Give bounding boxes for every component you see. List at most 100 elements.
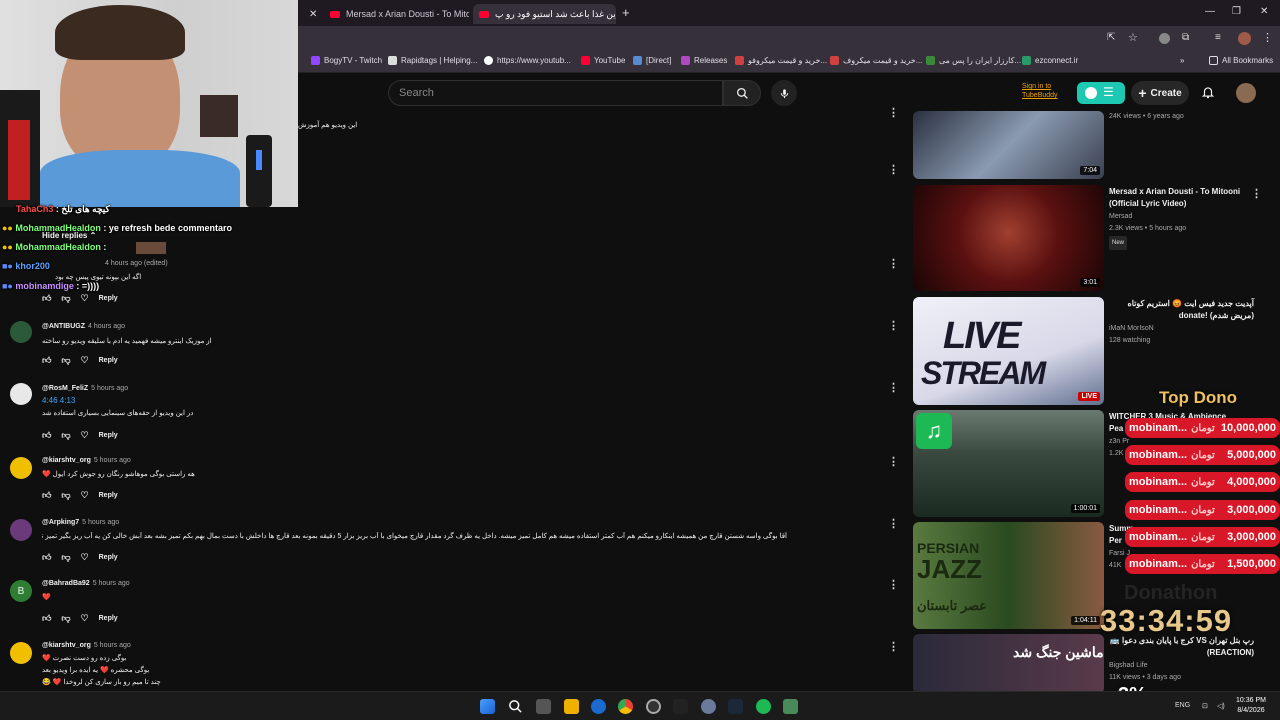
video-thumbnail[interactable]: ♫ 1:00:01 (913, 410, 1104, 517)
video-title[interactable]: آپدیت جدید فیس ایت 😡 استریم کوتاه (مریض … (1109, 298, 1254, 322)
reply-button[interactable]: Reply (99, 432, 118, 439)
video-thumbnail[interactable]: 7:04 (913, 111, 1104, 179)
heart-icon[interactable]: ♡ (81, 613, 89, 624)
bookmark-item[interactable]: BogyTV - Twitch (311, 56, 382, 65)
settings-icon[interactable] (701, 699, 716, 714)
minimize-button[interactable]: — (1205, 6, 1215, 17)
channel-name[interactable]: iMaN MorIsoN (1109, 323, 1154, 335)
related-video[interactable]: ماشین جنگ شد رپ بتل تهران VS کرج با پایا… (913, 634, 1273, 691)
heart-icon[interactable]: ♡ (81, 355, 89, 366)
reply-button[interactable]: Reply (99, 357, 118, 364)
comment-author[interactable]: @kiarshtv_org 5 hours ago (42, 457, 131, 464)
puzzle-icon[interactable]: ⧉ (1182, 32, 1189, 43)
app-icon[interactable] (673, 699, 688, 714)
video-menu-icon[interactable]: ⋮ (1251, 187, 1262, 200)
volume-icon[interactable]: ◁) (1217, 702, 1225, 710)
bookmark-item[interactable]: کارزار ایران را پس می... (926, 56, 1021, 65)
avatar[interactable]: B (10, 580, 32, 602)
thumbs-down-icon[interactable]: 👎︎ (61, 552, 70, 563)
heart-icon[interactable]: ♡ (81, 490, 89, 501)
avatar[interactable] (10, 383, 32, 405)
bookmarks-overflow[interactable]: » (1180, 56, 1184, 65)
comment-menu-icon[interactable]: ⋮ (888, 106, 899, 119)
all-bookmarks[interactable]: All Bookmarks (1209, 56, 1273, 65)
star-icon[interactable]: ☆ (1128, 31, 1138, 44)
thumbs-up-icon[interactable]: 👍︎ (42, 613, 51, 624)
comment-menu-icon[interactable]: ⋮ (888, 257, 899, 270)
video-thumbnail[interactable]: 3:01 (913, 185, 1104, 291)
reply-button[interactable]: Reply (99, 295, 118, 302)
thumbs-down-icon[interactable]: 👎︎ (61, 613, 70, 624)
comment-menu-icon[interactable]: ⋮ (888, 517, 899, 530)
file-explorer-icon[interactable] (564, 699, 579, 714)
tab-close-partial[interactable]: ✕ (303, 4, 323, 24)
comment-menu-icon[interactable]: ⋮ (888, 578, 899, 591)
thumbs-down-icon[interactable]: 👎︎ (61, 293, 70, 304)
bookmark-item[interactable]: YouTube (581, 56, 625, 65)
tubebuddy-button[interactable]: ☰ (1077, 82, 1125, 104)
comment-menu-icon[interactable]: ⋮ (888, 640, 899, 653)
thumbs-down-icon[interactable]: 👎︎ (61, 430, 70, 441)
menu-icon[interactable]: ⋮ (1262, 31, 1273, 44)
comment-menu-icon[interactable]: ⋮ (888, 163, 899, 176)
system-clock[interactable]: 10:36 PM 8/4/2026 (1236, 696, 1266, 716)
heart-icon[interactable]: ♡ (81, 552, 89, 563)
create-button[interactable]: + Create (1131, 81, 1189, 105)
thumbs-up-icon[interactable]: 👍︎ (42, 552, 51, 563)
search-box[interactable] (388, 80, 723, 106)
obs-icon[interactable] (646, 699, 661, 714)
install-icon[interactable]: ⇱ (1107, 32, 1115, 43)
related-video[interactable]: 3:01 Mersad x Arian Dousti - To Mitooni … (913, 185, 1273, 291)
avatar[interactable] (10, 642, 32, 664)
thumbs-up-icon[interactable]: 👍︎ (42, 490, 51, 501)
task-view-icon[interactable] (536, 699, 551, 714)
search-input[interactable] (389, 81, 722, 105)
notifications-button[interactable] (1201, 84, 1215, 105)
avatar[interactable] (10, 457, 32, 479)
heart-icon[interactable]: ♡ (81, 293, 89, 304)
user-avatar[interactable] (1236, 83, 1256, 103)
comment-author[interactable]: @Arpking7 5 hours ago (42, 519, 119, 526)
windows-start-icon[interactable] (480, 699, 495, 714)
video-thumbnail[interactable]: LIVE STREAM LIVE (913, 297, 1104, 405)
tubebuddy-signin-link[interactable]: Sign in to TubeBuddy (1022, 82, 1058, 100)
comment-menu-icon[interactable]: ⋮ (888, 455, 899, 468)
maximize-button[interactable]: ❐ (1232, 6, 1241, 17)
tab-mersad[interactable]: Mersad x Arian Dousti - To Mito ✕ (324, 4, 469, 24)
avatar[interactable] (10, 519, 32, 541)
hide-replies-button[interactable]: Hide replies ⌃ (42, 231, 96, 240)
thumbs-down-icon[interactable]: 👎︎ (61, 490, 70, 501)
timestamp-links[interactable]: 4:46 4:13 (42, 396, 75, 405)
video-thumbnail[interactable]: PERSIAN JAZZ عصر تابستان 1:04:11 (913, 522, 1104, 629)
close-window-button[interactable]: ✕ (1260, 6, 1268, 17)
thumbs-up-icon[interactable]: 👍︎ (42, 430, 51, 441)
steam-icon[interactable] (728, 699, 743, 714)
language-indicator[interactable]: ENG (1175, 702, 1190, 709)
new-tab-button[interactable]: + (622, 5, 630, 20)
channel-name[interactable]: z3n Pr (1109, 436, 1129, 448)
bookmark-item[interactable]: خرید و قیمت میکروفو... (735, 56, 827, 65)
thumbs-up-icon[interactable]: 👍︎ (42, 355, 51, 366)
comment-author[interactable]: @kiarshtv_org 5 hours ago (42, 642, 131, 649)
heart-icon[interactable]: ♡ (81, 430, 89, 441)
comment-author[interactable]: @RosM_FeliZ 5 hours ago (42, 385, 128, 392)
tab-active-video[interactable]: این غذا باعث شد استیو فود رو پ ✕ (473, 4, 616, 24)
bookmark-item[interactable]: Releases (681, 56, 727, 65)
voice-search-button[interactable] (771, 80, 797, 106)
network-icon[interactable]: ⊡ (1202, 702, 1208, 710)
media-icon[interactable]: ≡ (1215, 32, 1221, 43)
chrome-icon[interactable] (618, 699, 633, 714)
comment-author[interactable]: @BahradBa92 5 hours ago (42, 580, 130, 587)
profile-icon[interactable] (1238, 32, 1251, 45)
comment-menu-icon[interactable]: ⋮ (888, 381, 899, 394)
bookmark-item[interactable]: Rapidtags | Helping... (388, 56, 477, 65)
video-title[interactable]: Mersad x Arian Dousti - To Mitooni (Offi… (1109, 186, 1254, 210)
app-icon[interactable] (783, 699, 798, 714)
search-icon[interactable] (508, 699, 523, 714)
spotify-icon[interactable] (756, 699, 771, 714)
bookmark-item[interactable]: ezconnect.ir (1022, 56, 1078, 65)
related-video[interactable]: 7:04 24K views • 6 years ago (913, 111, 1273, 179)
reply-button[interactable]: Reply (99, 554, 118, 561)
bookmark-item[interactable]: خرید و قیمت میکروف... (830, 56, 922, 65)
comment-menu-icon[interactable]: ⋮ (888, 319, 899, 332)
